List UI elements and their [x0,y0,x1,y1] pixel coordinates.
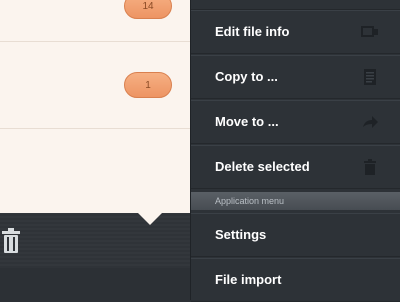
document-icon [361,68,379,86]
menu-item-label: Edit file info [215,24,290,39]
menu-item-label: Copy to ... [215,69,278,84]
menu-item-edit-file-info[interactable]: Edit file info [191,10,400,54]
menu-item-label: File import [215,272,282,287]
trash-icon [361,158,379,176]
file-list: 14 1 [0,0,190,213]
list-item[interactable]: 1 [0,41,190,129]
arrow-icon [361,113,379,131]
list-item[interactable] [0,129,190,213]
edit-info-icon [361,23,379,41]
menu-item-label: Settings [215,227,267,242]
menu-item-label: Delete selected [215,159,310,174]
menu-item-partial [191,0,400,10]
menu-item-copy-to[interactable]: Copy to ... [191,55,400,99]
count-badge: 1 [124,72,172,98]
menu-item-file-import[interactable]: File import [191,258,400,302]
context-menu: Edit file info Copy to ... Move to ... D… [190,0,400,302]
list-item[interactable]: 14 [0,0,190,42]
menu-item-label: Move to ... [215,114,279,129]
section-header-application-menu: Application menu [191,192,400,210]
trash-icon[interactable] [0,225,22,255]
menu-pointer-notch [138,213,162,225]
menu-item-delete-selected[interactable]: Delete selected [191,145,400,189]
menu-item-settings[interactable]: Settings [191,213,400,257]
count-badge: 14 [124,0,172,19]
menu-item-move-to[interactable]: Move to ... [191,100,400,144]
